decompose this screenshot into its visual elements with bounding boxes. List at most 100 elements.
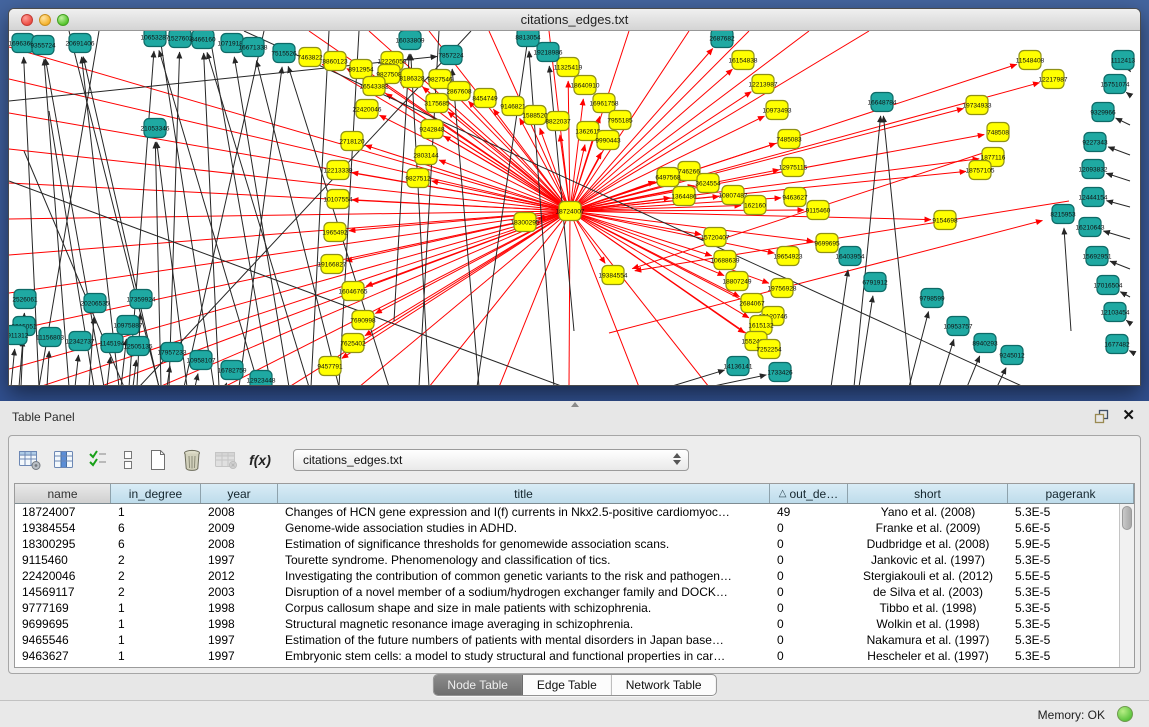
column-header-pagerank[interactable]: pagerank xyxy=(1008,484,1134,503)
column-header-in_degree[interactable]: in_degree xyxy=(111,484,201,503)
graph-edge[interactable] xyxy=(342,211,570,358)
graph-edge[interactable] xyxy=(75,355,78,386)
graph-node-label: 10653287 xyxy=(141,35,170,42)
tab-network-table[interactable]: Network Table xyxy=(612,675,716,695)
graph-edge[interactable] xyxy=(1126,320,1130,323)
column-header-name[interactable]: name xyxy=(15,484,111,503)
vertical-scrollbar[interactable] xyxy=(1119,504,1134,667)
cell-short: Tibbo et al. (1998) xyxy=(848,600,1008,616)
graph-edge[interactable] xyxy=(570,31,809,211)
network-canvas[interactable]: 1872400774638228860123891295412226058982… xyxy=(9,31,1140,386)
graph-edge[interactable] xyxy=(669,370,725,386)
graph-edge[interactable] xyxy=(224,211,570,386)
graph-node-label: 12213339 xyxy=(324,168,353,175)
graph-node-label: 15751074 xyxy=(1101,82,1130,89)
graph-edge[interactable] xyxy=(89,317,94,386)
cell-pagerank: 5.3E-5 xyxy=(1008,504,1134,520)
table-header-row: name in_degreeyear title △out_de…short pager… xyxy=(15,484,1134,504)
graph-edge[interactable] xyxy=(47,351,49,386)
sort-indicator: △ xyxy=(779,488,787,499)
column-header-title[interactable]: title xyxy=(278,484,770,503)
column-header-short[interactable]: short xyxy=(848,484,1008,503)
graph-edge[interactable] xyxy=(831,270,848,386)
graph-edge[interactable] xyxy=(380,115,570,211)
graph-node-label: 8186328 xyxy=(399,76,425,83)
graph-edge[interactable] xyxy=(569,211,570,386)
graph-node-label: 8912954 xyxy=(348,67,374,74)
graph-edge[interactable] xyxy=(209,31,271,386)
graph-edge[interactable] xyxy=(1116,118,1130,125)
show-columns-icon[interactable] xyxy=(49,445,79,475)
graph-edge[interactable] xyxy=(570,211,639,386)
table-row[interactable]: 946554611997Estimation of the future num… xyxy=(15,632,1134,648)
graph-edge[interactable] xyxy=(967,356,980,386)
graph-edge[interactable] xyxy=(709,375,766,386)
graph-edge[interactable] xyxy=(570,159,979,211)
table-row[interactable]: 946362711997Embryonic stem cells: a mode… xyxy=(15,648,1134,664)
graph-edge[interactable] xyxy=(859,296,873,386)
graph-node-label: 748508 xyxy=(987,130,1009,137)
graph-node-label: 9245012 xyxy=(999,353,1025,360)
delete-column-trash-icon[interactable] xyxy=(177,445,207,475)
graph-edge[interactable] xyxy=(1110,261,1130,269)
graph-edge[interactable] xyxy=(1103,231,1130,239)
graph-edge[interactable] xyxy=(1120,292,1130,297)
graph-node-label: 9154698 xyxy=(932,218,958,225)
column-header-label: title xyxy=(514,487,533,501)
graph-edge[interactable] xyxy=(568,81,570,211)
graph-node-label: 12093832 xyxy=(1079,167,1108,174)
function-builder-icon[interactable]: f(x) xyxy=(245,445,275,475)
table-row[interactable]: 2242004622012Investigating the contribut… xyxy=(15,568,1134,584)
graph-edge[interactable] xyxy=(9,183,570,211)
table-row[interactable]: 969969511998Structural magnetic resonanc… xyxy=(15,616,1134,632)
close-panel-icon[interactable]: ✕ xyxy=(1122,407,1135,425)
table-row[interactable]: 1456911722003Disruption of a novel membe… xyxy=(15,584,1134,600)
tab-node-table[interactable]: Node Table xyxy=(433,675,523,695)
column-header-year[interactable]: year xyxy=(201,484,278,503)
column-header-label: pagerank xyxy=(1045,487,1095,501)
graph-node-label: 16671338 xyxy=(239,45,268,52)
graph-edge[interactable] xyxy=(195,374,198,386)
cell-pagerank: 5.3E-5 xyxy=(1008,600,1134,616)
graph-edge[interactable] xyxy=(129,51,154,386)
graph-edge[interactable] xyxy=(1064,228,1071,331)
select-columns-icon[interactable] xyxy=(83,445,113,475)
graph-edge[interactable] xyxy=(909,312,928,386)
table-options-icon[interactable] xyxy=(15,445,45,475)
panel-splitter-handle[interactable] xyxy=(571,402,579,407)
scrollbar-thumb[interactable] xyxy=(1122,506,1132,530)
float-panel-icon[interactable] xyxy=(1094,409,1109,429)
graph-edge[interactable] xyxy=(107,357,110,386)
graph-edge[interactable] xyxy=(159,211,570,386)
graph-edge[interactable] xyxy=(1108,147,1130,155)
graph-node-label: 10958107 xyxy=(187,358,216,365)
table-row[interactable]: 911546021997Tourette syndrome. Phenomeno… xyxy=(15,552,1134,568)
table-panel-body: f(x) citations_edges.txt name in_degreeye… xyxy=(8,435,1141,674)
graph-edge[interactable] xyxy=(883,116,911,386)
graph-edge[interactable] xyxy=(939,339,954,386)
cell-name: 9465546 xyxy=(15,632,111,648)
tab-edge-table[interactable]: Edge Table xyxy=(523,675,612,695)
graph-edge[interactable] xyxy=(207,52,309,386)
column-header-out_degree[interactable]: △out_de… xyxy=(770,484,848,503)
table-selector-dropdown[interactable]: citations_edges.txt xyxy=(293,449,689,471)
row-height-icon[interactable] xyxy=(117,445,139,475)
graph-edge[interactable] xyxy=(225,383,227,386)
table-row[interactable]: 1938455462009Genome-wide association stu… xyxy=(15,520,1134,536)
graph-edge[interactable] xyxy=(1130,71,1131,72)
column-header-label: name xyxy=(47,487,77,501)
graph-edge[interactable] xyxy=(1107,201,1130,207)
network-canvas-svg[interactable]: 1872400774638228860123891295412226058982… xyxy=(9,31,1140,386)
new-table-icon[interactable] xyxy=(143,445,173,475)
table-row[interactable]: 1872400712008Changes of HCN gene express… xyxy=(15,504,1134,520)
table-row[interactable]: 1830029562008Estimation of significance … xyxy=(15,536,1134,552)
graph-node-label: 3911312 xyxy=(9,333,29,340)
graph-edge[interactable] xyxy=(570,211,709,386)
graph-edge[interactable] xyxy=(184,31,264,386)
network-window-titlebar[interactable]: citations_edges.txt xyxy=(9,9,1140,31)
graph-edge[interactable] xyxy=(311,31,329,386)
graph-edge[interactable] xyxy=(1126,92,1130,95)
graph-node-label: 10973493 xyxy=(763,108,792,115)
graph-edge[interactable] xyxy=(1106,173,1130,181)
table-row[interactable]: 977716911998Corpus callosum shape and si… xyxy=(15,600,1134,616)
